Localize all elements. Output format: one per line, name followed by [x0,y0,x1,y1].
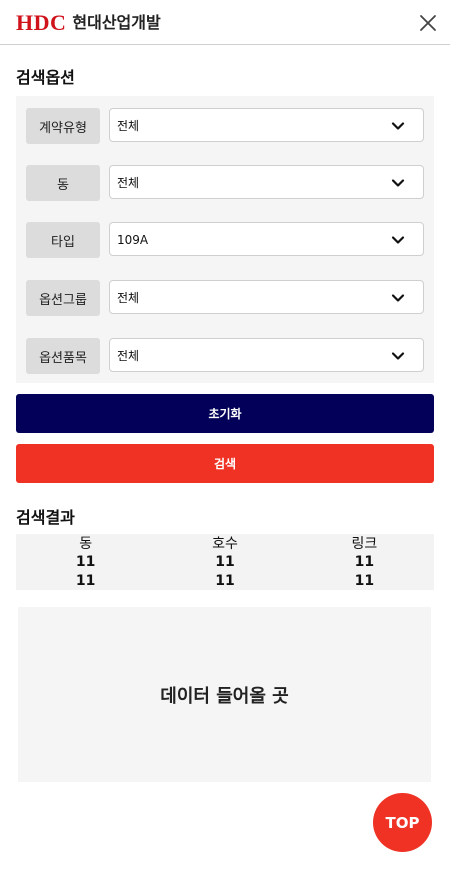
column-header: 동 [79,536,93,552]
logo-mark: HDC [16,10,67,35]
option-label: 타입 [26,222,100,258]
table-cell: 11 [75,554,96,570]
option-group-select[interactable]: 전체 [109,280,424,314]
page: HDC 현대산업개발 검색옵션 계약유형 전체 동 전체 타입 109A 옵션그… [0,0,450,886]
option-item-select[interactable]: 전체 [109,338,424,372]
table-row: 11 11 11 [16,572,434,590]
logo[interactable]: HDC 현대산업개발 [16,11,161,35]
column-header: 링크 [351,536,378,552]
table-cell: 11 [215,554,235,570]
option-label: 동 [26,165,100,201]
chevron-down-icon [391,294,405,302]
table-header: 동 호수 링크 [16,535,434,553]
option-row-option-item: 옵션품목 전체 [16,338,434,374]
data-placeholder: 데이터 들어올 곳 [18,607,431,782]
table-cell[interactable]: 11 [295,553,434,571]
table-row: 11 11 11 [16,553,434,571]
chevron-down-icon [391,179,405,187]
close-button[interactable] [416,11,440,35]
search-button[interactable]: 검색 [16,444,434,483]
search-results-title: 검색결과 [16,508,75,527]
search-options-title: 검색옵션 [16,68,75,87]
header: HDC 현대산업개발 [0,0,450,45]
chevron-down-icon [391,352,405,360]
scroll-top-button[interactable]: TOP [373,793,432,852]
option-label: 옵션품목 [26,338,100,374]
contract-type-select[interactable]: 전체 [109,108,424,142]
select-value: 전체 [117,291,140,305]
logo-text: 현대산업개발 [72,13,161,32]
option-row-type: 타입 109A [16,222,434,258]
option-row-building: 동 전체 [16,165,434,201]
option-label: 계약유형 [26,108,100,144]
table-cell: 11 [215,573,235,589]
close-icon [420,15,436,31]
type-select[interactable]: 109A [109,222,424,256]
option-row-option-group: 옵션그룹 전체 [16,280,434,316]
chevron-down-icon [391,236,405,244]
chevron-down-icon [391,122,405,130]
select-value: 109A [117,233,149,247]
search-options-panel: 계약유형 전체 동 전체 타입 109A 옵션그룹 전체 옵션품목 전체 [16,96,434,383]
building-select[interactable]: 전체 [109,165,424,199]
select-value: 전체 [117,176,140,190]
select-value: 전체 [117,349,140,363]
column-header: 호수 [212,536,238,552]
table-cell: 11 [75,573,96,589]
select-value: 전체 [117,119,140,133]
option-label: 옵션그룹 [26,280,100,316]
table-cell[interactable]: 11 [295,572,434,590]
results-table: 동 호수 링크 11 11 11 11 11 11 [16,534,434,590]
reset-button[interactable]: 초기화 [16,394,434,433]
option-row-contract-type: 계약유형 전체 [16,108,434,144]
